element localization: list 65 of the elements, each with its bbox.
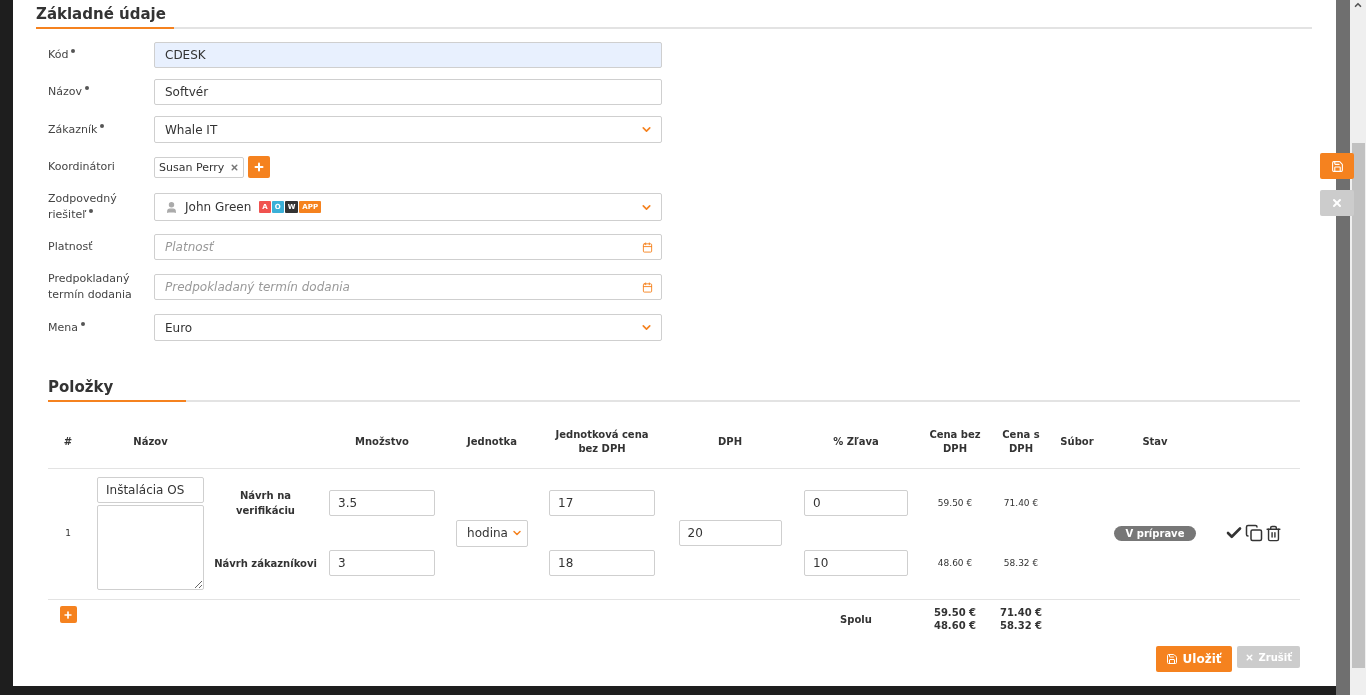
unit-select[interactable]: hodina xyxy=(456,519,528,547)
column-header: Stav xyxy=(1141,434,1169,449)
section-title: Základné údaje xyxy=(36,5,166,23)
price-text: 59.50 € xyxy=(937,498,973,508)
discount-input[interactable]: 0 xyxy=(804,490,908,516)
unit-price-input[interactable]: 18 xyxy=(549,550,655,576)
column-header: % Zľava xyxy=(832,434,880,449)
field-label: Platnosť xyxy=(48,239,94,255)
quantity-input[interactable]: 3 xyxy=(329,550,435,576)
total-value: 71.40 € 58.32 € xyxy=(999,606,1043,632)
close-button[interactable] xyxy=(1320,190,1354,216)
column-header: DPH xyxy=(717,434,743,449)
field-label: Zodpovedný riešiteľ xyxy=(48,191,118,223)
discount-input[interactable]: 10 xyxy=(804,550,908,576)
field-label: Názov xyxy=(48,84,144,100)
add-row-button[interactable] xyxy=(59,606,77,623)
line-label: Návrh na verifikáciu xyxy=(235,489,296,518)
field-label: Predpokladaný termín dodania xyxy=(48,271,133,303)
save-icon xyxy=(1165,653,1178,665)
price-text: 48.60 € xyxy=(937,558,973,568)
description-textarea[interactable] xyxy=(97,504,204,590)
trash-icon[interactable] xyxy=(1264,524,1282,542)
quantity-input[interactable]: 3.5 xyxy=(329,490,435,516)
unit-price-input[interactable]: 17 xyxy=(549,490,655,516)
tag-chip: Susan Perry xyxy=(154,156,245,178)
close-icon xyxy=(1331,197,1343,209)
select-field[interactable]: Euro xyxy=(154,314,662,341)
column-header: Cena s DPH xyxy=(1001,427,1041,456)
copy-icon[interactable] xyxy=(1244,524,1263,542)
calendar-icon xyxy=(642,241,653,253)
section-title: Položky xyxy=(48,378,114,396)
field-label: Mena xyxy=(48,319,144,336)
plus-icon xyxy=(63,609,73,620)
status-badge: V príprave xyxy=(1113,525,1197,541)
scroll-up-icon[interactable] xyxy=(1353,0,1363,10)
scrollbar-thumb[interactable] xyxy=(1351,143,1365,668)
text-field[interactable]: Softvér xyxy=(154,79,662,105)
remove-icon[interactable] xyxy=(230,162,240,172)
add-button[interactable] xyxy=(248,156,271,178)
field-label: Koordinátori xyxy=(48,159,116,175)
price-text: 71.40 € xyxy=(1003,498,1039,508)
total-value: 59.50 € 48.60 € xyxy=(933,606,977,632)
select-field[interactable]: Whale IT xyxy=(154,116,662,143)
save-button[interactable] xyxy=(1320,153,1354,179)
user-icon xyxy=(165,200,178,214)
calendar-icon xyxy=(642,281,653,293)
close-icon xyxy=(1244,652,1254,662)
plus-icon xyxy=(253,161,266,173)
column-header: Množstvo xyxy=(354,434,410,449)
field-label: Kód xyxy=(48,47,144,63)
field-label: Zákazník xyxy=(48,121,144,138)
text-field[interactable]: CDESK xyxy=(154,42,662,68)
save-icon xyxy=(1330,159,1344,173)
price-text: 58.32 € xyxy=(1003,558,1039,568)
column-header: Cena bez DPH xyxy=(928,427,982,456)
column-header: # xyxy=(62,434,74,449)
column-header: Jednotková cena bez DPH xyxy=(554,427,650,456)
column-header: Názov xyxy=(132,434,169,449)
column-header: Súbor xyxy=(1059,434,1095,449)
vat-input[interactable]: 20 xyxy=(678,520,782,546)
row-number: 1 xyxy=(65,528,71,538)
column-header: Jednotka xyxy=(465,434,518,449)
total-label: Spolu xyxy=(840,613,872,625)
name-input[interactable]: Inštalácia OS xyxy=(97,476,204,503)
line-label: Návrh zákazníkovi xyxy=(214,556,317,571)
